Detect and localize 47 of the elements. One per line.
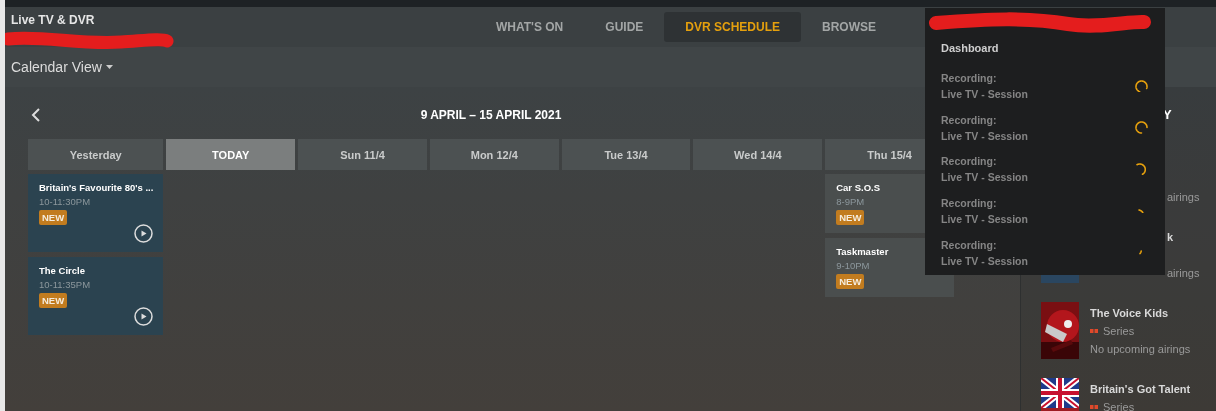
event-time: 9-10PM (836, 260, 870, 271)
menu-heading: Dashboard (941, 42, 999, 54)
new-badge: NEW (836, 274, 865, 289)
day-header[interactable]: TODAY (166, 139, 296, 170)
nav-tab[interactable]: GUIDE (584, 12, 665, 42)
nav-tab[interactable]: DVR SCHEDULE (664, 12, 801, 42)
spinner-icon (1134, 79, 1148, 93)
play-icon[interactable] (134, 307, 154, 326)
airing-status: airings (1167, 190, 1200, 205)
event-title: The Circle (39, 265, 85, 276)
spinner-icon (1135, 163, 1147, 176)
event-time: 10-11:30PM (39, 196, 91, 207)
nav-tab[interactable]: WHAT'S ON (475, 12, 585, 42)
event-time: 10-11:35PM (39, 279, 91, 290)
airing-status: No upcoming airings (1090, 342, 1191, 357)
series-icon (1090, 405, 1098, 409)
spinner-icon (1138, 208, 1144, 214)
event-title: Taskmaster (836, 246, 889, 257)
airing-status: airings (1167, 266, 1200, 281)
view-dropdown[interactable]: Calendar View (11, 59, 113, 75)
show-title[interactable]: k (1167, 228, 1174, 246)
play-icon[interactable] (134, 224, 154, 243)
caret-icon (105, 65, 113, 69)
section-title: Live TV & DVR (11, 13, 95, 27)
show-title[interactable]: The Voice Kids (1090, 304, 1169, 322)
new-badge: NEW (836, 210, 865, 225)
session-item[interactable]: Recording: Live TV - Session (925, 65, 1165, 107)
event-title: Britain's Favourite 80's ... (39, 182, 154, 193)
date-range: 9 APRIL – 15 APRIL 2021 (420, 108, 562, 122)
event-card[interactable]: Britain's Favourite 80's ... 10-11:30PM NEW (28, 174, 164, 252)
event-card[interactable]: The Circle 10-11:35PM NEW (28, 257, 164, 335)
show-type: Series (1103, 400, 1135, 411)
day-header[interactable]: Yesterday (28, 139, 164, 170)
day-header[interactable]: Mon 12/4 (429, 139, 559, 170)
new-badge: NEW (39, 210, 68, 225)
day-header[interactable]: Tue 13/4 (561, 139, 691, 170)
day-header[interactable]: Sun 11/4 (298, 139, 427, 170)
show-title[interactable]: Britain's Got Talent (1090, 380, 1191, 398)
event-title: Car S.O.S (836, 182, 881, 193)
spinner-icon (1139, 250, 1143, 255)
show-type: Series (1103, 324, 1135, 339)
series-icon (1090, 329, 1098, 333)
event-time: 8-9PM (836, 196, 865, 207)
day-header[interactable]: Wed 14/4 (693, 139, 823, 170)
nav-tab[interactable]: BROWSE (801, 12, 897, 42)
spinner-icon (1134, 121, 1148, 135)
new-badge: NEW (39, 293, 68, 308)
